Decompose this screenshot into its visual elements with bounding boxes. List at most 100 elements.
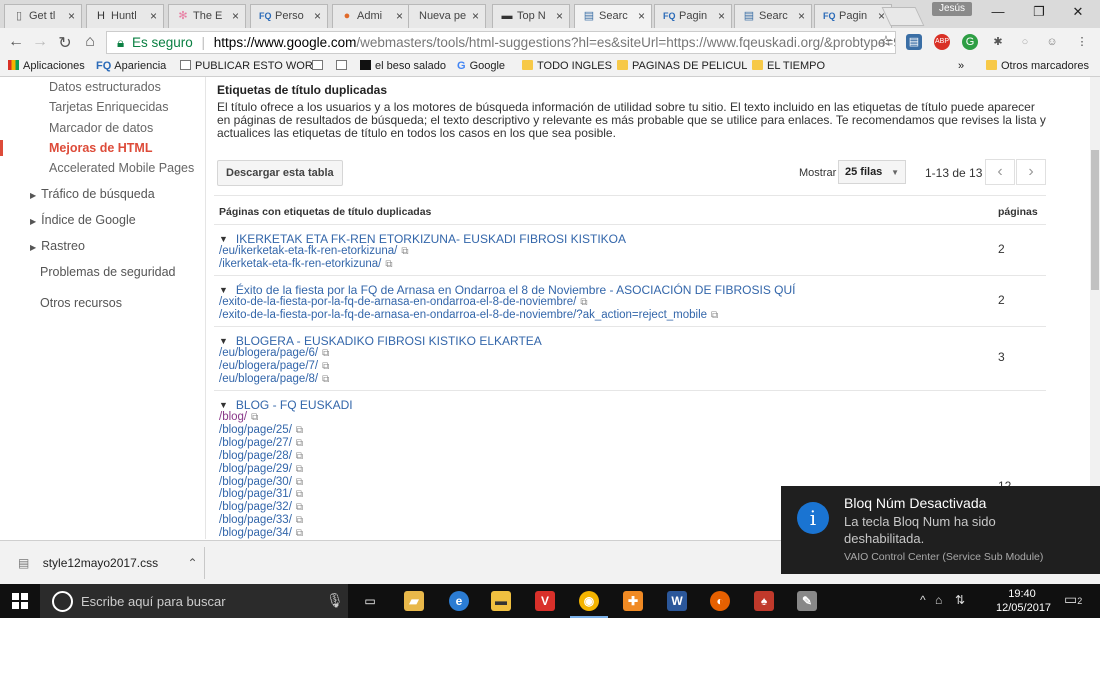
external-link-icon[interactable]: ⧉	[296, 451, 303, 462]
external-link-icon[interactable]: ⧉	[711, 310, 718, 321]
close-tab-icon[interactable]: ×	[798, 9, 805, 23]
scrollbar-thumb[interactable]	[1091, 150, 1099, 290]
sidebar-item-security-issues[interactable]: Problemas de seguridad	[40, 265, 176, 279]
collapse-arrow-icon[interactable]: ▼	[219, 285, 228, 295]
extension-icon[interactable]: ○	[1017, 34, 1033, 50]
external-link-icon[interactable]: ⧉	[296, 425, 303, 436]
browser-tab[interactable]: ✻ The E ×	[168, 4, 246, 28]
firefox-icon[interactable]: ◐	[710, 591, 730, 611]
next-page-button[interactable]: ›	[1016, 159, 1046, 185]
action-center-icon[interactable]: ▭2	[1064, 591, 1082, 608]
duplicate-url-link[interactable]: /blog/page/33/⧉	[219, 514, 303, 526]
edge-icon[interactable]: e	[449, 591, 469, 611]
minimize-button[interactable]: —	[983, 4, 1013, 19]
close-tab-icon[interactable]: ×	[314, 9, 321, 23]
duplicate-title-group[interactable]: ▼ Éxito de la fiesta por la FQ de Arnasa …	[219, 283, 796, 297]
browser-tab[interactable]: Nueva pe ×	[408, 4, 486, 28]
vivaldi-icon[interactable]: V	[535, 591, 555, 611]
sidebar-item-amp[interactable]: Accelerated Mobile Pages	[49, 161, 194, 175]
address-bar[interactable]: 🔒︎ Es seguro | https://www.google.com/we…	[106, 31, 896, 54]
extension-icon[interactable]: G	[962, 34, 978, 50]
external-link-icon[interactable]: ⧉	[296, 464, 303, 475]
duplicate-url-link[interactable]: /blog/page/27/⧉	[219, 437, 303, 449]
menu-icon[interactable]: ⋮	[1074, 34, 1090, 50]
duplicate-url-link[interactable]: /blog/page/30/⧉	[219, 476, 303, 488]
duplicate-title-group[interactable]: ▼ BLOG - FQ EUSKADI	[219, 398, 353, 412]
external-link-icon[interactable]: ⧉	[322, 348, 329, 359]
external-link-icon[interactable]: ⧉	[251, 412, 258, 423]
collapse-arrow-icon[interactable]: ▼	[219, 336, 228, 346]
close-tab-icon[interactable]: ×	[556, 9, 563, 23]
paint-icon[interactable]: ✎	[797, 591, 817, 611]
bookmark-item[interactable]: PUBLICAR ESTO WOR	[180, 60, 313, 72]
external-link-icon[interactable]: ⧉	[296, 477, 303, 488]
sync-icon[interactable]: ⇅	[955, 593, 965, 607]
other-bookmarks[interactable]: Otros marcadores	[986, 60, 1089, 72]
duplicate-url-link[interactable]: /exito-de-la-fiesta-por-la-fq-de-arnasa-…	[219, 296, 587, 308]
duplicate-title-group[interactable]: ▼ IKERKETAK ETA FK-REN ETORKIZUNA- EUSKAD…	[219, 232, 626, 246]
browser-tab[interactable]: H Huntl ×	[86, 4, 164, 28]
chevron-up-icon[interactable]: ⌃	[187, 556, 197, 570]
bookmark-item[interactable]: PAGINAS DE PELICUL	[617, 60, 747, 72]
home-icon[interactable]: ⌂	[80, 33, 100, 51]
duplicate-url-link[interactable]: /eu/ikerketak-eta-fk-ren-etorkizuna/⧉	[219, 245, 408, 257]
adblock-icon[interactable]: ABP	[934, 34, 950, 50]
bookmark-item[interactable]: el beso salado	[360, 60, 446, 72]
task-view-icon[interactable]: ▭	[360, 591, 380, 611]
file-explorer-icon[interactable]: ▰	[404, 591, 424, 611]
close-tab-icon[interactable]: ×	[68, 9, 75, 23]
bookmark-item[interactable]: TODO INGLES	[522, 60, 612, 72]
sidebar-item-google-index[interactable]: ▶ Índice de Google	[30, 213, 136, 227]
duplicate-url-link[interactable]: /blog/page/28/⧉	[219, 450, 303, 462]
external-link-icon[interactable]: ⧉	[296, 489, 303, 500]
browser-tab[interactable]: FQ Pagin ×	[654, 4, 732, 28]
collapse-arrow-icon[interactable]: ▼	[219, 234, 228, 244]
close-tab-icon[interactable]: ×	[718, 9, 725, 23]
duplicate-url-link[interactable]: /ikerketak-eta-fk-ren-etorkizuna/⧉	[219, 258, 392, 270]
duplicate-url-link[interactable]: /blog/page/32/⧉	[219, 501, 303, 513]
download-item[interactable]: ▤ style12mayo2017.css ⌃	[18, 556, 198, 570]
sidebar-item-crawl[interactable]: ▶ Rastreo	[30, 239, 85, 253]
external-link-icon[interactable]: ⧉	[296, 502, 303, 513]
reload-icon[interactable]: ↻	[55, 33, 75, 53]
sidebar-item-search-traffic[interactable]: ▶ Tráfico de búsqueda	[30, 187, 155, 201]
duplicate-url-link[interactable]: /eu/blogera/page/6/⧉	[219, 347, 329, 359]
bookmark-item[interactable]: EL TIEMPO	[752, 60, 825, 72]
duplicate-url-link[interactable]: /blog/page/29/⧉	[219, 463, 303, 475]
browser-tab[interactable]: ▯ Get tl ×	[4, 4, 82, 28]
close-tab-icon[interactable]: ×	[396, 9, 403, 23]
browser-tab[interactable]: FQ Pagin ×	[814, 4, 892, 28]
bookmark-item[interactable]: FQ Apariencia	[96, 60, 166, 72]
browser-tab[interactable]: ▤ Searc ×	[734, 4, 812, 28]
profile-button[interactable]: Jesús	[932, 2, 972, 16]
extension-icon[interactable]: ✱	[990, 34, 1006, 50]
external-link-icon[interactable]: ⧉	[296, 515, 303, 526]
sidebar-item-data-highlighter[interactable]: Marcador de datos	[49, 121, 153, 135]
restore-button[interactable]: ❐	[1024, 4, 1054, 20]
external-link-icon[interactable]: ⧉	[296, 438, 303, 449]
duplicate-url-link[interactable]: /blog/page/31/⧉	[219, 488, 303, 500]
bookmark-item[interactable]	[336, 60, 351, 72]
external-link-icon[interactable]: ⧉	[322, 361, 329, 372]
sidebar-item-structured-data[interactable]: Datos estructurados	[49, 80, 161, 94]
duplicate-url-link[interactable]: /blog/⧉	[219, 411, 258, 423]
back-icon[interactable]: ←	[6, 33, 26, 51]
taskbar-search[interactable]: Escribe aquí para buscar 🎙︎	[40, 584, 348, 618]
notification-toast[interactable]: i Bloq Núm Desactivada La tecla Bloq Num…	[781, 486, 1100, 574]
external-link-icon[interactable]: ⧉	[322, 374, 329, 385]
external-link-icon[interactable]: ⧉	[385, 259, 392, 270]
extension-icon[interactable]: ▤	[906, 34, 922, 50]
external-link-icon[interactable]: ⧉	[296, 528, 303, 539]
app-icon[interactable]: ♠	[754, 591, 774, 611]
duplicate-url-link[interactable]: /blog/page/25/⧉	[219, 424, 303, 436]
browser-tab[interactable]: ● Admi ×	[332, 4, 410, 28]
bookmark-star-icon[interactable]: ☆	[876, 32, 896, 50]
sidebar-item-rich-cards[interactable]: Tarjetas Enriquecidas	[49, 100, 169, 114]
browser-tab[interactable]: FQ Perso ×	[250, 4, 328, 28]
sidebar-item-other-resources[interactable]: Otros recursos	[40, 296, 122, 310]
extension-icon[interactable]: ☺	[1044, 34, 1060, 50]
microphone-icon[interactable]: 🎙︎	[326, 592, 344, 609]
scrollbar[interactable]	[1090, 77, 1100, 539]
browser-tab[interactable]: ▬ Top N ×	[492, 4, 570, 28]
duplicate-url-link[interactable]: /blog/page/34/⧉	[219, 527, 303, 539]
